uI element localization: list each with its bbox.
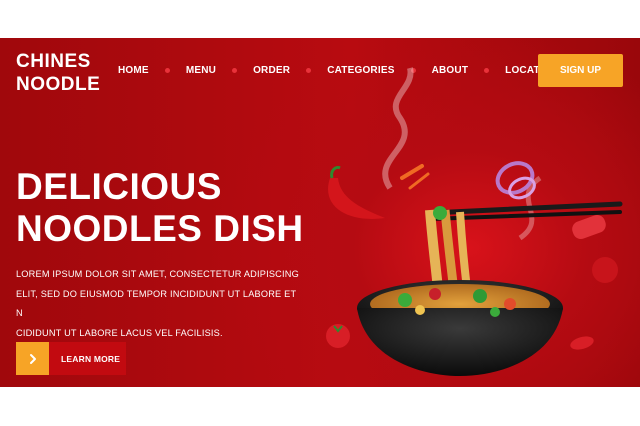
learn-more-button[interactable]: LEARN MORE	[16, 342, 126, 375]
brand-line-2: NOODLE	[16, 74, 101, 95]
hero-title-line-1: DELICIOUS	[16, 166, 222, 207]
chevron-right-icon	[16, 342, 49, 375]
hero-description: LOREM IPSUM DOLOR SIT AMET, CONSECTETUR …	[16, 265, 301, 343]
nav-menu[interactable]: MENU	[186, 65, 216, 76]
hero-title: DELICIOUS NOODLES DISH	[16, 166, 304, 250]
nav-home[interactable]: HOME	[118, 65, 149, 76]
learn-more-label: LEARN MORE	[61, 353, 121, 364]
noodle-bowl-illustration	[326, 67, 623, 376]
dot-icon	[232, 68, 238, 73]
dot-icon	[164, 68, 170, 73]
brand-line-1: CHINES	[16, 51, 91, 72]
brand-logo[interactable]: CHINES NOODLE	[16, 50, 100, 96]
hero-banner: CHINES NOODLE HOME MENU ORDER CATEGORIES…	[0, 38, 640, 387]
hero-description-line-1: LOREM IPSUM DOLOR SIT AMET, CONSECTETUR …	[16, 269, 299, 279]
hero-title-line-2: NOODLES DISH	[16, 208, 304, 249]
hero-description-line-3: CIDIDUNT UT LABORE LACUS VEL FACILISIS.	[16, 327, 223, 338]
hero-description-line-2: ELIT, SED DO EIUSMOD TEMPOR INCIDIDUNT U…	[16, 288, 297, 319]
nav-order[interactable]: ORDER	[253, 65, 290, 76]
